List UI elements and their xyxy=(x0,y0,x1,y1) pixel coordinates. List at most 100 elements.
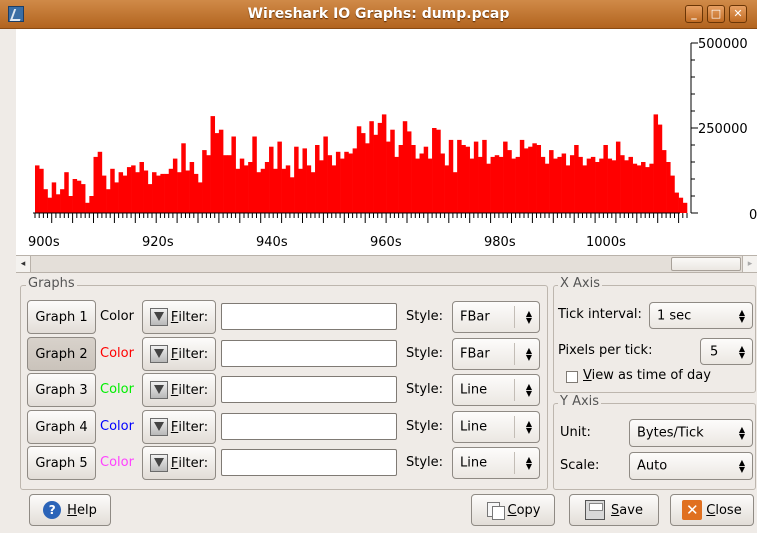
bar xyxy=(498,156,504,213)
minimize-button[interactable]: _ xyxy=(685,5,703,23)
bar xyxy=(156,175,161,213)
graph-1-style-select[interactable]: FBar ▲ ▼ xyxy=(452,301,540,333)
bar xyxy=(315,145,320,213)
bar xyxy=(252,136,257,213)
chevron-updown-icon: ▲ ▼ xyxy=(525,419,532,435)
tick-interval-label: Tick interval: xyxy=(558,307,642,322)
graph-3-filter-input[interactable] xyxy=(221,376,397,403)
filter-mnemonic: F xyxy=(170,419,179,435)
graph-3-button[interactable]: Graph 3 xyxy=(27,373,96,407)
bar xyxy=(406,131,412,213)
bar xyxy=(160,173,165,213)
bar xyxy=(198,182,203,213)
graph-5-filter-input[interactable] xyxy=(221,449,397,476)
bar xyxy=(465,146,470,213)
bar xyxy=(210,116,216,213)
unit-value: Bytes/Tick xyxy=(637,425,704,441)
scale-select[interactable]: Auto ▲ ▼ xyxy=(629,452,753,480)
graph-2-color-label[interactable]: Color xyxy=(100,346,134,361)
pixels-per-tick-select[interactable]: 5 ▲ ▼ xyxy=(700,338,753,365)
bar xyxy=(419,153,424,213)
bar xyxy=(235,168,241,213)
filter-text: ilter: xyxy=(178,419,209,435)
bar xyxy=(595,162,600,213)
close-button[interactable]: ✕ Close xyxy=(670,494,754,526)
unit-select[interactable]: Bytes/Tick ▲ ▼ xyxy=(629,419,753,447)
bar xyxy=(540,156,546,213)
bar xyxy=(218,129,224,213)
graph-2-style-select[interactable]: FBar ▲ ▼ xyxy=(452,338,540,370)
bar xyxy=(206,155,211,213)
graph-2-filter-input[interactable] xyxy=(221,340,397,367)
graph-4-style-label: Style: xyxy=(406,419,444,434)
graph-2-button[interactable]: Graph 2 xyxy=(27,337,96,371)
bar xyxy=(193,173,199,213)
graph-1-filter-button[interactable]: Filter: xyxy=(142,300,216,334)
bar xyxy=(528,146,533,213)
graph-1-button-label: Graph 1 xyxy=(35,309,88,325)
graph-4-button[interactable]: Graph 4 xyxy=(27,410,96,444)
bar xyxy=(557,156,562,213)
help-icon: ? xyxy=(43,501,62,519)
y-tick-label-500000: 500000 xyxy=(698,37,748,52)
scroll-left-arrow[interactable]: ◂ xyxy=(16,256,31,272)
graph-1-button[interactable]: Graph 1 xyxy=(27,300,96,334)
bar xyxy=(511,158,516,213)
scroll-thumb[interactable] xyxy=(671,257,741,271)
copy-button[interactable]: Copy xyxy=(471,494,555,526)
graph-1-filter-input[interactable] xyxy=(221,303,397,330)
close-window-button[interactable]: ✕ xyxy=(729,5,747,23)
bar xyxy=(611,160,617,213)
help-button[interactable]: ? Help xyxy=(29,494,111,526)
pixels-per-tick-value: 5 xyxy=(710,344,719,359)
bar xyxy=(352,148,358,213)
bar xyxy=(448,139,454,213)
graph-5-color-label[interactable]: Color xyxy=(100,455,134,470)
bar xyxy=(80,184,86,213)
graph-4-style-select[interactable]: Line ▲ ▼ xyxy=(452,411,540,443)
bar xyxy=(369,121,374,213)
bar xyxy=(666,162,671,213)
horizontal-scrollbar[interactable]: ◂ ▸ xyxy=(16,255,757,273)
graph-5-button[interactable]: Graph 5 xyxy=(27,446,96,480)
graph-3-color-label[interactable]: Color xyxy=(100,382,134,397)
graph-5-button-label: Graph 5 xyxy=(35,455,88,471)
help-text: elp xyxy=(76,502,97,518)
graph-4-filter-button[interactable]: Filter: xyxy=(142,410,216,444)
graph-3-filter-button[interactable]: Filter: xyxy=(142,373,216,407)
view-time-of-day-checkbox[interactable] xyxy=(566,371,578,383)
save-button[interactable]: Save xyxy=(569,494,659,526)
bar xyxy=(302,148,307,213)
chevron-updown-icon: ▲ ▼ xyxy=(525,455,532,471)
view-time-of-day-label[interactable]: View as time of day xyxy=(583,368,711,383)
io-graph-plot[interactable]: 500000 250000 0 900s 920s 940s 960s 980s… xyxy=(16,29,757,255)
graph-2-filter-button[interactable]: Filter: xyxy=(142,337,216,371)
graph-5-style-select[interactable]: Line ▲ ▼ xyxy=(452,447,540,479)
bar xyxy=(486,163,491,213)
graph-4-filter-input[interactable] xyxy=(221,413,397,440)
bar xyxy=(373,134,379,213)
bar xyxy=(386,141,391,213)
bar xyxy=(503,141,508,213)
tick-interval-select[interactable]: 1 sec ▲ ▼ xyxy=(649,302,753,329)
bar xyxy=(335,151,341,213)
bar xyxy=(97,151,103,213)
graph-3-style-select[interactable]: Line ▲ ▼ xyxy=(452,374,540,406)
bar xyxy=(340,158,345,213)
graph-4-color-label[interactable]: Color xyxy=(100,419,134,434)
bar xyxy=(344,151,349,213)
scroll-right-arrow[interactable]: ▸ xyxy=(742,256,757,272)
bar xyxy=(390,129,395,213)
bar xyxy=(457,139,462,213)
x-ticks xyxy=(34,213,688,223)
chevron-updown-icon: ▲ ▼ xyxy=(738,307,745,324)
bar xyxy=(168,168,174,213)
bar xyxy=(39,168,44,213)
bar xyxy=(473,141,479,213)
graph-5-filter-button[interactable]: Filter: xyxy=(142,446,216,480)
bar xyxy=(68,196,73,213)
maximize-button[interactable]: □ xyxy=(707,5,725,23)
x-tick-label-980s: 980s xyxy=(484,235,516,250)
graph-2-style-value: FBar xyxy=(460,346,490,362)
graph-1-color-label[interactable]: Color xyxy=(100,309,134,324)
